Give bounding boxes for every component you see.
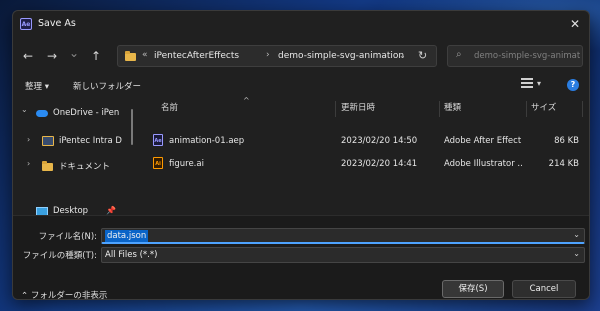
nav-item-label: iPentec Intra D xyxy=(59,136,122,146)
nav-item-ipentec-intra[interactable]: › iPentec Intra D xyxy=(13,131,133,151)
title-bar[interactable]: Ae Save As ✕ xyxy=(13,11,589,37)
collapse-chevron-icon: ⌃ xyxy=(21,291,29,300)
breadcrumb-separator-icon: › xyxy=(266,50,270,60)
illustrator-file-icon: Ai xyxy=(153,157,163,169)
nav-pane-scrollbar[interactable] xyxy=(131,109,133,145)
file-date: 2023/02/20 14:41 xyxy=(341,159,418,169)
hide-folders-toggle[interactable]: ⌃ フォルダーの非表示 xyxy=(21,289,108,300)
command-bar: 整理 ▾ 新しいフォルダー ▾ ? xyxy=(13,75,589,97)
address-overflow-icon[interactable]: « xyxy=(142,50,148,60)
navigation-pane: ⌄ OneDrive - iPen › iPentec Intra D › ドキ… xyxy=(13,99,139,216)
column-divider[interactable] xyxy=(335,101,336,117)
filetype-select[interactable]: All Files (*.*) ⌄ xyxy=(101,247,585,263)
file-name: animation-01.aep xyxy=(169,136,245,146)
after-effects-app-icon: Ae xyxy=(20,18,32,30)
file-size: 214 KB xyxy=(548,159,579,169)
folder-icon xyxy=(42,161,53,171)
filetype-chevron-icon[interactable]: ⌄ xyxy=(573,249,580,258)
nav-item-label: ドキュメント xyxy=(59,162,111,172)
recent-locations-chevron-icon[interactable]: ⌄ xyxy=(65,44,83,62)
save-form-panel: ファイル名(N): data.json ⌄ ファイルの種類(T): All Fi… xyxy=(13,215,589,300)
search-box[interactable]: ⌕ demo-simple-svg-animation... xyxy=(447,45,583,67)
expand-chevron-icon[interactable]: › xyxy=(27,135,30,144)
navigation-bar: ← → ⌄ ↑ « iPentecAfterEffects › demo-sim… xyxy=(13,41,589,71)
nav-item-documents[interactable]: › ドキュメント xyxy=(13,155,133,175)
address-history-chevron-icon[interactable]: ⌄ xyxy=(399,51,406,60)
forward-arrow-icon[interactable]: → xyxy=(43,47,61,65)
save-button[interactable]: 保存(S) xyxy=(442,280,504,298)
file-row[interactable]: Ae animation-01.aep 2023/02/20 14:50 Ado… xyxy=(147,131,579,151)
file-row[interactable]: Ai figure.ai 2023/02/20 14:41 Adobe Illu… xyxy=(147,154,579,174)
filename-history-chevron-icon[interactable]: ⌄ xyxy=(573,230,580,239)
pin-icon[interactable]: 📌 xyxy=(106,206,116,215)
address-bar[interactable]: « iPentecAfterEffects › demo-simple-svg-… xyxy=(117,45,437,67)
nav-item-onedrive[interactable]: ⌄ OneDrive - iPen xyxy=(13,103,133,123)
file-name: figure.ai xyxy=(169,159,204,169)
filetype-value: All Files (*.*) xyxy=(105,250,158,260)
search-placeholder: demo-simple-svg-animation... xyxy=(474,51,580,61)
hide-folders-label: フォルダーの非表示 xyxy=(30,291,108,300)
file-date: 2023/02/20 14:50 xyxy=(341,136,418,146)
expand-chevron-icon[interactable]: ⌄ xyxy=(21,105,28,114)
image-folder-icon xyxy=(42,136,54,146)
breadcrumb-demo-simple-svg-animation[interactable]: demo-simple-svg-animation xyxy=(278,51,404,61)
column-header-size[interactable]: サイズ xyxy=(531,101,556,117)
new-folder-button[interactable]: 新しいフォルダー xyxy=(73,80,141,92)
up-arrow-icon[interactable]: ↑ xyxy=(87,47,105,65)
after-effects-file-icon: Ae xyxy=(153,134,163,146)
onedrive-cloud-icon xyxy=(36,110,48,117)
column-header-type[interactable]: 種類 xyxy=(444,101,461,117)
sort-ascending-icon: ^ xyxy=(243,96,250,105)
file-list: 名前 ^ 更新日時 種類 サイズ Ae animation-01.aep 202… xyxy=(139,96,589,213)
column-divider[interactable] xyxy=(526,101,527,117)
cancel-button[interactable]: Cancel xyxy=(512,280,576,298)
close-icon[interactable]: ✕ xyxy=(565,14,585,34)
help-icon[interactable]: ? xyxy=(567,79,579,91)
file-type: Adobe Illustrator ... xyxy=(444,159,522,169)
column-header-name[interactable]: 名前 xyxy=(161,101,178,117)
breadcrumb-ipentecaftereffects[interactable]: iPentecAfterEffects xyxy=(154,51,239,61)
view-options-chevron-icon[interactable]: ▾ xyxy=(537,79,541,88)
organize-menu-button[interactable]: 整理 ▾ xyxy=(25,80,49,92)
filetype-label: ファイルの種類(T): xyxy=(22,251,97,261)
search-icon: ⌕ xyxy=(456,49,462,60)
filename-input[interactable]: data.json ⌄ xyxy=(101,228,585,244)
expand-chevron-icon[interactable]: › xyxy=(27,159,30,168)
refresh-icon[interactable]: ↻ xyxy=(418,49,427,62)
column-divider[interactable] xyxy=(582,101,583,117)
column-header-date[interactable]: 更新日時 xyxy=(341,101,375,117)
folder-icon xyxy=(125,51,136,61)
file-type: Adobe After Effect... xyxy=(444,136,522,146)
column-divider[interactable] xyxy=(439,101,440,117)
save-as-dialog: Ae Save As ✕ ← → ⌄ ↑ « iPentecAfterEffec… xyxy=(12,10,590,300)
file-size: 86 KB xyxy=(554,136,579,146)
nav-item-label: OneDrive - iPen xyxy=(53,108,120,118)
filename-value: data.json xyxy=(105,230,149,242)
view-options-icon[interactable] xyxy=(521,78,533,90)
filename-label: ファイル名(N): xyxy=(38,232,97,242)
dialog-title: Save As xyxy=(38,18,76,29)
back-arrow-icon[interactable]: ← xyxy=(19,47,37,65)
